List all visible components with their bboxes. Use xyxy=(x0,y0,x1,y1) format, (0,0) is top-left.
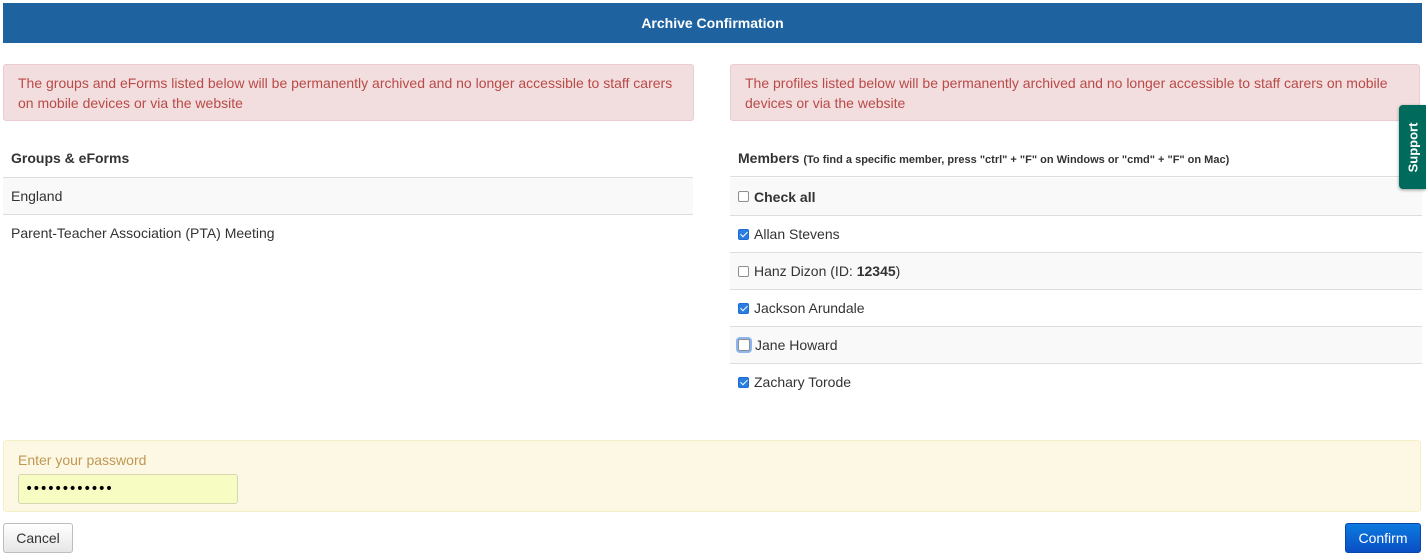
member-row[interactable]: Jackson Arundale xyxy=(730,289,1422,326)
archive-confirmation-dialog: Archive Confirmation The groups and eFor… xyxy=(0,0,1426,556)
member-checkbox[interactable] xyxy=(738,339,750,351)
member-name: Zachary Torode xyxy=(754,374,852,390)
groups-heading: Groups & eForms xyxy=(11,150,130,166)
groups-column-header: Groups & eForms xyxy=(3,141,693,177)
dialog-title: Archive Confirmation xyxy=(641,15,784,31)
member-name: Jackson Arundale xyxy=(754,300,865,316)
members-heading: Members xyxy=(738,150,800,166)
member-checkbox[interactable] xyxy=(738,302,749,314)
profiles-archive-warning: The profiles listed below will be perman… xyxy=(730,64,1420,121)
member-checkbox[interactable] xyxy=(738,228,749,240)
groups-list: England Parent-Teacher Association (PTA)… xyxy=(3,177,693,251)
member-checkbox[interactable] xyxy=(738,376,749,388)
member-row[interactable]: Jane Howard xyxy=(730,326,1422,363)
group-item: England xyxy=(3,177,693,214)
password-input[interactable] xyxy=(18,474,238,504)
member-id: 12345 xyxy=(856,263,896,279)
check-all-label: Check all xyxy=(754,188,816,205)
members-search-hint: (To find a specific member, press "ctrl"… xyxy=(803,154,1230,166)
check-all-row[interactable]: Check all xyxy=(730,178,1422,215)
member-row[interactable]: Allan Stevens xyxy=(730,215,1422,252)
cancel-button[interactable]: Cancel xyxy=(3,523,73,553)
group-item-label: England xyxy=(11,188,63,204)
member-name: Hanz Dizon (ID: 12345) xyxy=(754,263,901,279)
check-all-checkbox[interactable] xyxy=(738,191,749,202)
members-list: Check all Allan Stevens Hanz Dizon (ID: … xyxy=(730,178,1422,400)
members-column-header: Members (To find a specific member, pres… xyxy=(730,141,1422,177)
member-row[interactable]: Hanz Dizon (ID: 12345) xyxy=(730,252,1422,289)
support-tab-label: Support xyxy=(1405,122,1421,172)
group-item: Parent-Teacher Association (PTA) Meeting xyxy=(3,214,693,251)
password-section: Enter your password xyxy=(3,440,1421,512)
groups-archive-warning: The groups and eForms listed below will … xyxy=(3,64,694,121)
member-name: Allan Stevens xyxy=(754,226,840,242)
support-tab[interactable]: Support xyxy=(1399,105,1426,189)
dialog-header: Archive Confirmation xyxy=(3,3,1422,43)
member-checkbox[interactable] xyxy=(738,265,749,277)
member-row[interactable]: Zachary Torode xyxy=(730,363,1422,400)
password-label: Enter your password xyxy=(18,452,147,468)
member-name: Jane Howard xyxy=(755,337,838,353)
group-item-label: Parent-Teacher Association (PTA) Meeting xyxy=(11,225,275,241)
confirm-button[interactable]: Confirm xyxy=(1345,523,1421,553)
